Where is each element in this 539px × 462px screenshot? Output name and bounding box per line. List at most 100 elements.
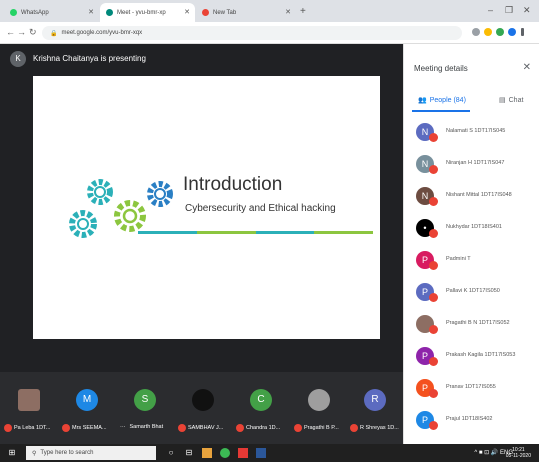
slide-subtitle: Cybersecurity and Ethical hacking <box>185 203 336 214</box>
slide-divider <box>138 231 373 234</box>
participant-name: Pragathi B P... <box>304 425 339 431</box>
tab-people-label: People (84) <box>429 96 466 104</box>
whatsapp-icon <box>10 9 17 16</box>
file-explorer-icon[interactable] <box>202 448 212 458</box>
mic-off-icon <box>429 421 438 430</box>
close-panel-button[interactable]: ✕ <box>523 62 531 73</box>
avatar <box>192 389 214 411</box>
back-icon[interactable]: ← <box>6 27 15 37</box>
list-item[interactable]: • Nukhydar 1DT18IS401 <box>404 214 539 246</box>
list-item[interactable]: N Nishant Mittal 1DT17IS048 <box>404 182 539 214</box>
profile-avatar[interactable] <box>508 28 516 36</box>
chrome-icon[interactable] <box>220 448 230 458</box>
tab-new[interactable]: New Tab ✕ <box>196 3 296 22</box>
chat-icon: ▤ <box>499 97 506 104</box>
reload-icon[interactable]: ↻ <box>29 27 37 38</box>
person-name: Nalamati S 1DT17IS045 <box>446 128 506 134</box>
avatar: R <box>364 389 386 411</box>
star-icon[interactable] <box>484 28 492 36</box>
mic-off-icon <box>294 424 302 432</box>
person-name: Padmini T <box>446 256 471 262</box>
participant-tile[interactable]: C Chandra 1D... <box>234 372 290 444</box>
mic-off-icon <box>429 229 438 238</box>
meet-stage: K Krishna Chaitanya is presenting Introd… <box>0 44 403 444</box>
person-name: Pragathi B N 1DT17IS052 <box>446 320 510 326</box>
maximize-button[interactable]: ❐ <box>505 5 513 16</box>
date: 05-11-2020 <box>505 453 531 459</box>
taskbar: ⊞ ⚲ Type here to search ○ ⊟ ^ ■ ⊡ 🔊 ENG … <box>0 444 539 462</box>
address-bar[interactable]: 🔒 meet.google.com/yvu-bmr-xqx <box>42 26 462 40</box>
participant-tile[interactable]: Pragathi B P... <box>292 372 348 444</box>
camera-icon[interactable] <box>472 28 480 36</box>
participant-tile[interactable]: S ··· Samarth Bhat <box>118 372 174 444</box>
windows-start-icon[interactable]: ⊞ <box>7 448 17 458</box>
list-item[interactable]: Pragathi B N 1DT17IS052 <box>404 310 539 342</box>
tab-whatsapp[interactable]: WhatsApp ✕ <box>4 3 99 22</box>
mic-off-icon <box>429 261 438 270</box>
new-tab-button[interactable]: + <box>300 6 306 17</box>
list-item[interactable]: P Pranav 1DT17IS055 <box>404 374 539 406</box>
people-list: N Nalamati S 1DT17IS045 N Niranjan H 1DT… <box>404 118 539 438</box>
tab-meet[interactable]: Meet - yvu-bmr-xp ✕ <box>100 3 195 22</box>
mic-off-icon <box>429 325 438 334</box>
participant-name: Mrs SEEMA... <box>72 425 107 431</box>
participant-tile[interactable]: SAMBHAV J... <box>176 372 232 444</box>
list-item[interactable]: N Nalamati S 1DT17IS045 <box>404 118 539 150</box>
person-name: Nishant Mittal 1DT17IS048 <box>446 192 512 198</box>
pdf-icon[interactable] <box>238 448 248 458</box>
address-bar-row: ← → ↻ 🔒 meet.google.com/yvu-bmr-xqx <box>0 22 539 44</box>
word-icon[interactable] <box>256 448 266 458</box>
mic-off-icon <box>429 165 438 174</box>
participant-name: R Shreyas 1D... <box>360 425 399 431</box>
avatar <box>18 389 40 411</box>
search-icon: ⚲ <box>32 450 37 457</box>
participant-tile[interactable]: R R Shreyas 1D... <box>348 372 404 444</box>
presenter-text: Krishna Chaitanya is presenting <box>33 54 146 63</box>
mic-off-icon <box>429 293 438 302</box>
list-item[interactable]: P Prakash Kagila 1DT17IS053 <box>404 342 539 374</box>
cortana-icon[interactable]: ○ <box>166 448 176 458</box>
list-item[interactable]: P Pallavi K 1DT17IS050 <box>404 278 539 310</box>
panel-title: Meeting details <box>414 64 468 73</box>
participant-tile[interactable]: M Mrs SEEMA... <box>60 372 116 444</box>
participant-tile[interactable]: Pa Leba 1DT... <box>2 372 58 444</box>
participant-name: SAMBHAV J... <box>188 425 224 431</box>
tab-label: WhatsApp <box>21 9 49 16</box>
close-icon[interactable]: ✕ <box>184 8 190 16</box>
person-name: Niranjan H 1DT17IS047 <box>446 160 505 166</box>
avatar: M <box>76 389 98 411</box>
person-name: Pallavi K 1DT17IS050 <box>446 288 500 294</box>
participant-name: Chandra 1D... <box>246 425 281 431</box>
clock[interactable]: 10:21 05-11-2020 <box>506 447 531 459</box>
taskbar-search[interactable]: ⚲ Type here to search <box>26 446 156 460</box>
participant-name: Samarth Bhat <box>129 424 164 430</box>
task-view-icon[interactable]: ⊟ <box>184 448 194 458</box>
search-placeholder: Type here to search <box>40 450 94 456</box>
meeting-details-panel: Meeting details ✕ 👥 People (84) ▤ Chat N… <box>403 44 539 444</box>
active-tab-indicator <box>412 110 470 112</box>
lock-icon: 🔒 <box>50 30 58 37</box>
close-window-button[interactable]: ✕ <box>523 5 531 16</box>
browser-tab-strip: WhatsApp ✕ Meet - yvu-bmr-xp ✕ New Tab ✕… <box>0 0 539 22</box>
mic-off-icon <box>429 197 438 206</box>
meet-icon <box>106 9 113 16</box>
tab-people[interactable]: 👥 People (84) <box>418 96 466 105</box>
presentation-slide: Introduction Cybersecurity and Ethical h… <box>33 76 380 339</box>
mic-off-icon <box>429 133 438 142</box>
people-icon: 👥 <box>418 97 427 104</box>
tab-chat[interactable]: ▤ Chat <box>499 96 524 105</box>
list-item[interactable]: N Niranjan H 1DT17IS047 <box>404 150 539 182</box>
minimize-button[interactable]: – <box>488 5 493 15</box>
extension-icon[interactable] <box>496 28 504 36</box>
list-item[interactable]: P Prajul 1DT18IS402 <box>404 406 539 438</box>
record-icon <box>202 9 209 16</box>
mic-off-icon <box>350 424 358 432</box>
tab-chat-label: Chat <box>508 96 524 104</box>
menu-icon[interactable] <box>521 28 524 36</box>
forward-icon[interactable]: → <box>17 27 26 37</box>
list-item[interactable]: P Padmini T <box>404 246 539 278</box>
close-icon[interactable]: ✕ <box>285 8 291 16</box>
close-icon[interactable]: ✕ <box>88 8 94 16</box>
tab-label: New Tab <box>213 9 237 16</box>
tab-label: Meet - yvu-bmr-xp <box>117 9 166 16</box>
